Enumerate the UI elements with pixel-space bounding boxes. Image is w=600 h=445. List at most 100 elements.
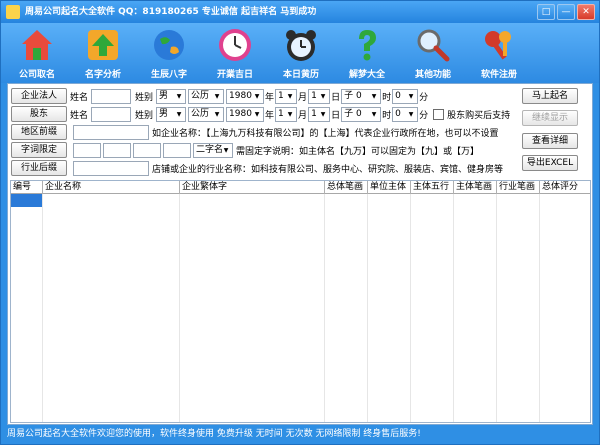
magnifier-icon [417,29,450,62]
window-controls: □ — ✕ [537,4,595,20]
main-panel: 企业法人 姓名 姓别 男 ▼ 公历 ▼ 1980 ▼ 年 1 ▼ 月 1 ▼ 日 子 0 ▼… [7,83,593,425]
app-window: 周易公司起名大全软件 QQ：819180265 专业诚信 起吉祥名 马到成功 □… [0,0,600,445]
column-header[interactable]: 行业笔画 [497,181,540,194]
column-divider [497,194,540,422]
month-unit: 月 [298,92,308,103]
tool-label: 其他功能 [414,70,451,80]
industry-suffix-button[interactable]: 行业后缀 [11,160,67,176]
hour-select[interactable]: 子 0 ▼ [341,88,382,104]
name-label: 姓名 [70,110,89,121]
chevron-down-icon: ▼ [287,110,293,118]
column-divider [180,194,325,422]
month-select[interactable]: 1 ▼ [275,106,298,122]
house-icon [22,30,52,60]
tool-label: 名字分析 [84,70,121,80]
tool-dream-interpretation[interactable]: 解梦大全 [337,23,397,83]
tool-other-functions[interactable]: 其他功能 [403,23,463,83]
fixed-char-3-input[interactable] [133,142,161,158]
tool-label: 解梦大全 [348,70,385,80]
chevron-down-icon: ▼ [320,110,326,118]
continue-display-button[interactable]: 继续显示 [522,110,578,126]
restore-button[interactable]: □ [537,4,555,20]
chevron-down-icon: ▼ [371,110,377,118]
fixed-char-2-input[interactable] [103,142,131,158]
shareholder-check-label: 股东购买后支持 [447,110,511,121]
column-divider [411,194,454,422]
table-body[interactable] [11,194,590,422]
close-button[interactable]: ✕ [577,4,595,20]
tool-register[interactable]: 软件注册 [469,23,529,83]
fixed-char-1-input[interactable] [73,142,101,158]
row-word-limit: 字词限定 二字名 ▼ 需固定字说明：如主体名【九万】可以固定为【九】或【万】 [11,141,482,159]
alarm-clock-icon [286,30,316,61]
shareholder-button[interactable]: 股东 [11,106,67,122]
chevron-down-icon: ▼ [254,110,260,118]
export-excel-button[interactable]: 导出EXCEL [522,155,578,171]
name-length-select[interactable]: 二字名 ▼ [193,142,233,158]
industry-suffix-input[interactable] [73,160,149,176]
column-header[interactable]: 编号 [11,181,43,194]
word-limit-button[interactable]: 字词限定 [11,142,67,158]
column-header[interactable]: 企业繁体字 [180,181,325,194]
chevron-down-icon: ▼ [254,92,260,100]
tool-label: 开業吉日 [216,70,253,80]
column-header[interactable]: 主体笔画 [454,181,497,194]
shareholder-checkbox[interactable] [433,108,445,120]
chevron-down-icon: ▼ [320,92,326,100]
calendar-select[interactable]: 公历 ▼ [188,106,225,122]
row-legal-person: 企业法人 姓名 姓别 男 ▼ 公历 ▼ 1980 ▼ 年 1 ▼ 月 1 ▼ 日 子 0 ▼… [11,87,429,105]
fixed-char-4-input[interactable] [163,142,191,158]
hour-select[interactable]: 子 0 ▼ [341,106,382,122]
view-details-button[interactable]: 查看详细 [522,133,578,149]
row-shareholder: 股东 姓名 姓别 男 ▼ 公历 ▼ 1980 ▼ 年 1 ▼ 月 1 ▼ 日 子 0 ▼ 时… [11,105,510,123]
column-header[interactable]: 总体笔画 [325,181,368,194]
tool-name-analysis[interactable]: 名字分析 [73,23,133,83]
column-divider [454,194,497,422]
day-select[interactable]: 1 ▼ [308,88,331,104]
year-select[interactable]: 1980 ▼ [226,88,265,104]
calendar-select[interactable]: 公历 ▼ [188,88,225,104]
column-divider [11,194,43,422]
globe-icon [154,30,184,60]
month-select[interactable]: 1 ▼ [275,88,298,104]
shareholder-name-input[interactable] [91,106,132,122]
row-region-prefix: 地区前缀 如企业名称：【上海九万科技有限公司】的【上海】代表企业行政所在地，也可… [11,123,502,141]
minute-unit: 分 [419,110,429,121]
start-naming-button[interactable]: 马上起名 [522,88,578,104]
chevron-down-icon: ▼ [214,110,220,118]
column-header[interactable]: 单位主体 [368,181,411,194]
chevron-down-icon: ▼ [214,92,220,100]
naming-form: 企业法人 姓名 姓别 男 ▼ 公历 ▼ 1980 ▼ 年 1 ▼ 月 1 ▼ 日 子 0 ▼… [8,84,592,178]
clock-icon [219,29,251,61]
gender-select[interactable]: 男 ▼ [156,88,187,104]
region-prefix-input[interactable] [73,124,149,140]
legal-person-button[interactable]: 企业法人 [11,88,67,104]
selected-cell[interactable] [11,194,42,207]
column-header[interactable]: 主体五行 [411,181,454,194]
tool-almanac[interactable]: 本日黄历 [271,23,331,83]
up-arrow-icon [88,30,118,60]
chevron-down-icon: ▼ [408,110,414,118]
day-select[interactable]: 1 ▼ [308,106,331,122]
tool-label: 本日黄历 [282,70,319,80]
surname-label: 姓别 [135,92,154,103]
legal-name-input[interactable] [91,88,132,104]
app-logo-icon [6,5,20,19]
year-select[interactable]: 1980 ▼ [226,106,265,122]
region-prefix-button[interactable]: 地区前缀 [11,124,67,140]
tool-birth-chart[interactable]: 生辰八字 [139,23,199,83]
column-header[interactable]: 企业名称 [43,181,180,194]
minute-select[interactable]: 0 ▼ [392,88,419,104]
main-toolbar: 公司取名 名字分析 生辰八字 开業吉日 本日黄历 解梦大全 其他功能 软件注册 [1,23,599,83]
gender-select[interactable]: 男 ▼ [156,106,187,122]
chevron-down-icon: ▼ [371,92,377,100]
tool-company-naming[interactable]: 公司取名 [7,23,67,83]
minute-unit: 分 [419,92,429,103]
table-header: 编号 企业名称 企业繁体字 总体笔画 单位主体 主体五行 主体笔画 行业笔画 总… [11,181,590,194]
results-table[interactable]: 编号 企业名称 企业繁体字 总体笔画 单位主体 主体五行 主体笔画 行业笔画 总… [10,180,591,423]
year-unit: 年 [265,110,275,121]
tool-opening-day[interactable]: 开業吉日 [205,23,265,83]
minimize-button[interactable]: — [557,4,575,20]
column-header[interactable]: 总体评分 [540,181,590,194]
minute-select[interactable]: 0 ▼ [392,106,419,122]
